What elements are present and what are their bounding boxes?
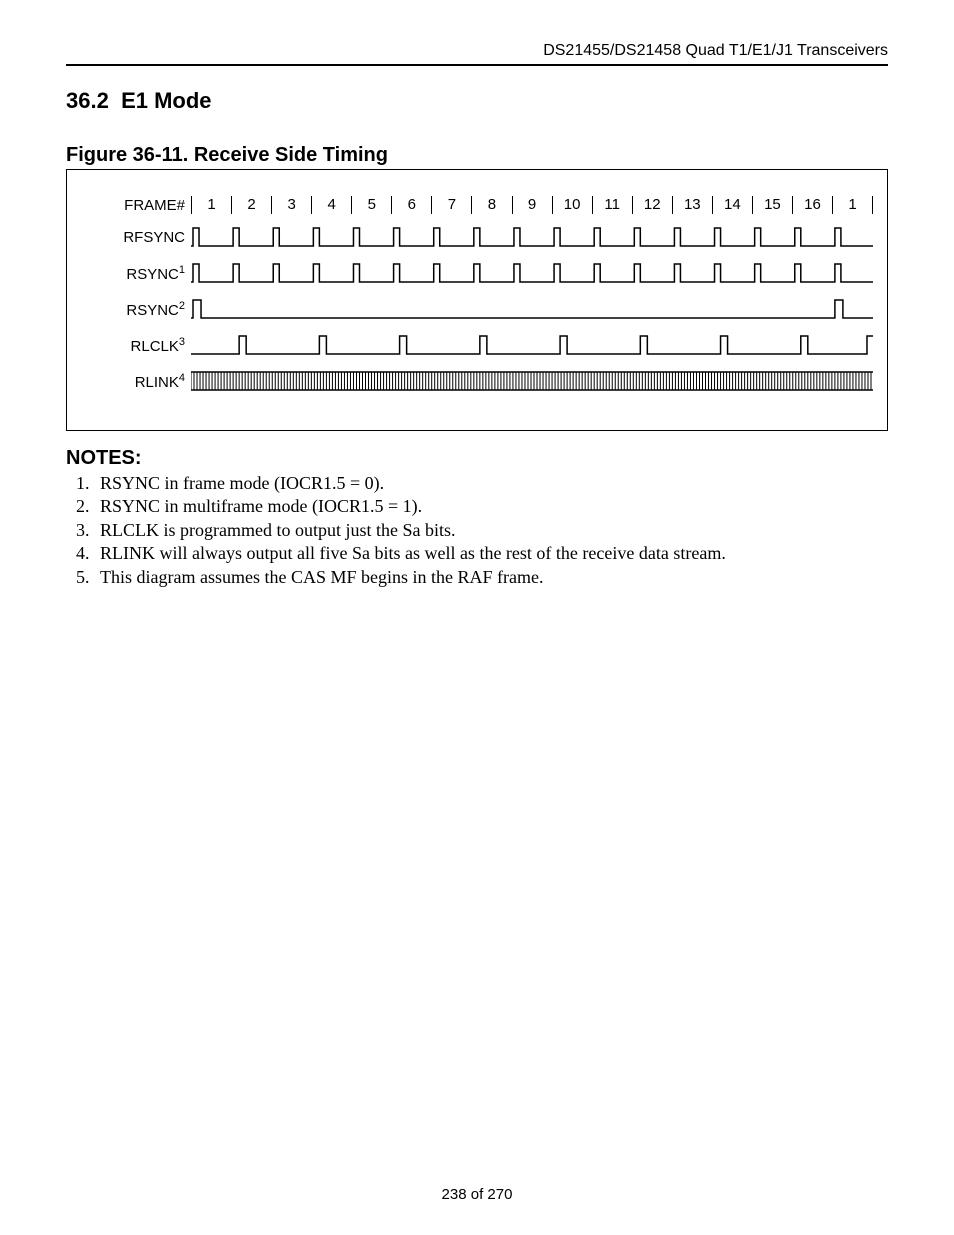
- section-number: 36.2: [66, 88, 109, 113]
- frame-number-row: FRAME# 123456789101112131415161: [85, 194, 873, 216]
- frame-number-cell: 3: [271, 196, 311, 214]
- running-header-rule: [66, 64, 888, 66]
- frame-number-cell: 11: [592, 196, 632, 214]
- signal-label-rlink: RLINK4: [85, 372, 191, 391]
- signal-label-rsync1: RSYNC1: [85, 264, 191, 283]
- frame-label: FRAME#: [85, 197, 191, 214]
- frame-number-cell: 4: [311, 196, 351, 214]
- section-title: E1 Mode: [121, 88, 211, 113]
- frame-number-cell: 1: [832, 196, 873, 214]
- note-item: RLINK will always output all five Sa bit…: [94, 542, 888, 565]
- notes-list: RSYNC in frame mode (IOCR1.5 = 0). RSYNC…: [66, 472, 888, 589]
- frame-number-cell: 7: [431, 196, 471, 214]
- figure-number: Figure 36-11.: [66, 144, 188, 166]
- figure-heading: Figure 36-11. Receive Side Timing: [66, 144, 888, 167]
- frame-number-cell: 5: [351, 196, 391, 214]
- waveform-rsync1: [191, 260, 873, 286]
- signal-row-rsync1: RSYNC1: [85, 260, 873, 286]
- running-header: DS21455/DS21458 Quad T1/E1/J1 Transceive…: [66, 42, 888, 60]
- frame-number-cell: 13: [672, 196, 712, 214]
- page-number: 238 of 270: [0, 1186, 954, 1203]
- note-item: This diagram assumes the CAS MF begins i…: [94, 566, 888, 589]
- section-heading: 36.2 E1 Mode: [66, 88, 888, 114]
- waveform-rsync2: [191, 296, 873, 322]
- signal-row-rlink: RLINK4: [85, 368, 873, 394]
- waveform-rlclk: [191, 332, 873, 358]
- note-item: RSYNC in multiframe mode (IOCR1.5 = 1).: [94, 495, 888, 518]
- frame-number-cell: 1: [191, 196, 231, 214]
- frame-number-cell: 10: [552, 196, 592, 214]
- figure-box: FRAME# 123456789101112131415161 RFSYNC R…: [66, 169, 888, 431]
- frame-number-cell: 2: [231, 196, 271, 214]
- frame-number-cell: 9: [512, 196, 552, 214]
- frame-number-cell: 14: [712, 196, 752, 214]
- signal-row-rlclk: RLCLK3: [85, 332, 873, 358]
- frame-number-cell: 12: [632, 196, 672, 214]
- frame-number-cell: 15: [752, 196, 792, 214]
- signal-label-rfsync: RFSYNC: [85, 229, 191, 246]
- signal-label-rlclk: RLCLK3: [85, 336, 191, 355]
- note-item: RLCLK is programmed to output just the S…: [94, 519, 888, 542]
- frame-number-cell: 6: [391, 196, 431, 214]
- notes-heading: NOTES:: [66, 447, 888, 470]
- signal-row-rsync2: RSYNC2: [85, 296, 873, 322]
- frame-number-cell: 8: [471, 196, 511, 214]
- signal-row-rfsync: RFSYNC: [85, 224, 873, 250]
- frame-number-cell: 16: [792, 196, 832, 214]
- page: DS21455/DS21458 Quad T1/E1/J1 Transceive…: [0, 0, 954, 1235]
- waveform-rfsync: [191, 224, 873, 250]
- waveform-rlink: [191, 368, 873, 394]
- signal-label-rsync2: RSYNC2: [85, 300, 191, 319]
- figure-title: Receive Side Timing: [194, 144, 388, 166]
- note-item: RSYNC in frame mode (IOCR1.5 = 0).: [94, 472, 888, 495]
